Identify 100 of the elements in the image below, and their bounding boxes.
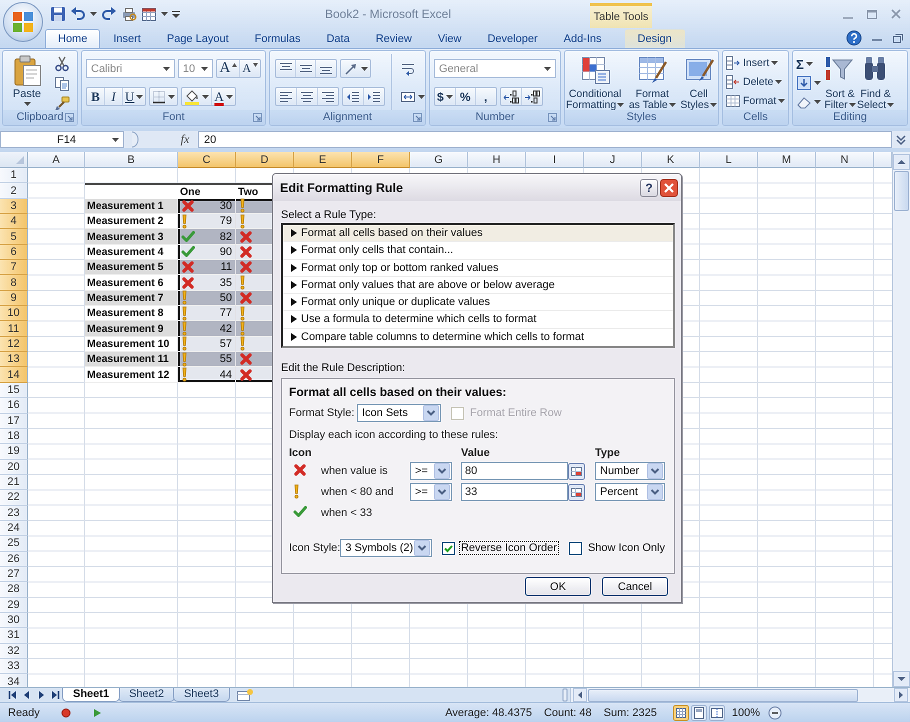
paintbrush-icon[interactable]	[54, 96, 70, 112]
type-dropdown[interactable]: Number	[595, 462, 665, 480]
type-dropdown[interactable]: Percent	[595, 483, 665, 501]
row-header[interactable]: 13	[0, 352, 28, 368]
value-field[interactable]: 33	[461, 483, 568, 501]
column-header[interactable]: E	[294, 152, 352, 168]
row-header[interactable]: 29	[0, 598, 28, 613]
increase-decimal-button[interactable]	[500, 88, 522, 105]
sheet-tab[interactable]: Sheet1	[62, 688, 120, 702]
play-icon[interactable]	[92, 708, 102, 718]
column-header[interactable]: I	[526, 152, 584, 168]
record-icon[interactable]	[60, 706, 72, 718]
restore-icon[interactable]	[892, 32, 904, 44]
first-icon[interactable]	[8, 690, 18, 700]
ribbon-tab[interactable]: Review	[362, 29, 425, 48]
operator-dropdown[interactable]: >=	[410, 483, 452, 501]
row-header[interactable]: 14	[0, 367, 28, 383]
row-header[interactable]: 8	[0, 275, 28, 291]
ribbon-tab[interactable]: Add-Ins	[550, 29, 615, 48]
paste-button[interactable]: Paste	[6, 54, 48, 110]
resize-handle-icon[interactable]	[130, 131, 140, 148]
sheet-tab[interactable]: Sheet2	[118, 688, 175, 702]
row-header[interactable]: 11	[0, 321, 28, 337]
list-item[interactable]: Format all cells based on their values	[283, 225, 673, 242]
column-header[interactable]: A	[28, 152, 85, 168]
row-header[interactable]: 30	[0, 612, 28, 628]
ribbon-tab[interactable]: Design	[624, 29, 685, 48]
copy-icon[interactable]	[54, 76, 70, 92]
column-header[interactable]: M	[758, 152, 816, 168]
next-icon[interactable]	[36, 690, 46, 700]
delete-button[interactable]: Delete	[724, 73, 787, 91]
row-header[interactable]: 33	[0, 659, 28, 674]
row-header[interactable]: 24	[0, 520, 28, 536]
row-header[interactable]: 21	[0, 474, 28, 490]
checkbox[interactable]	[442, 542, 455, 554]
dialog-button[interactable]: OK	[525, 577, 591, 596]
percent-button[interactable]: %	[456, 88, 476, 105]
new-sheet-icon[interactable]	[236, 688, 254, 702]
zoom-out-icon[interactable]	[768, 706, 782, 720]
zoom-level[interactable]: 100%	[732, 706, 760, 718]
insert-button[interactable]: Insert	[724, 54, 787, 72]
range-select-icon[interactable]	[568, 462, 585, 480]
shrink-font-button[interactable]: A	[240, 60, 260, 77]
row-header[interactable]: 1	[0, 168, 28, 184]
list-item[interactable]: Format only top or bottom ranked values	[283, 260, 673, 277]
help-icon[interactable]	[846, 30, 862, 46]
list-item[interactable]: Format only unique or duplicate values	[283, 294, 673, 312]
splitter-handle-icon[interactable]	[562, 688, 568, 702]
column-header[interactable]: G	[410, 152, 468, 168]
row-header[interactable]: 19	[0, 444, 28, 460]
sheet-tab[interactable]: Sheet3	[172, 688, 230, 702]
fill-color-button[interactable]	[182, 88, 212, 105]
row-header[interactable]: 17	[0, 414, 28, 429]
icon-style-dropdown[interactable]: 3 Symbols (2)	[340, 539, 432, 557]
format-button[interactable]: Format	[724, 92, 787, 110]
row-header[interactable]: 18	[0, 428, 28, 444]
underline-button[interactable]: U	[123, 88, 146, 105]
ribbon-tab[interactable]: Formulas	[242, 29, 314, 48]
row-header[interactable]: 7	[0, 260, 28, 276]
value-field[interactable]: 80	[461, 462, 568, 480]
row-header[interactable]: 15	[0, 382, 28, 398]
column-header[interactable]: F	[352, 152, 410, 168]
row-header[interactable]: 9	[0, 290, 28, 306]
row-header[interactable]: 6	[0, 244, 28, 260]
range-select-icon[interactable]	[568, 484, 585, 500]
bold-button[interactable]: B	[87, 88, 105, 105]
row-header[interactable]: 32	[0, 644, 28, 659]
font-color-button[interactable]: A	[212, 88, 235, 105]
ribbon-tab[interactable]: Data	[313, 29, 363, 48]
column-header[interactable]: J	[584, 152, 642, 168]
help-button[interactable]: ?	[640, 178, 658, 196]
find-select-button[interactable]: Find & Select	[857, 54, 894, 110]
row-header[interactable]: 4	[0, 214, 28, 230]
row-header[interactable]: 22	[0, 490, 28, 506]
conditional-formatting-button[interactable]: Conditional Formatting	[566, 54, 624, 110]
cell-styles-button[interactable]: Cell Styles	[680, 54, 717, 110]
ribbon-tab[interactable]: Insert	[100, 29, 154, 48]
column-header[interactable]: L	[700, 152, 758, 168]
ribbon-tab[interactable]: Home	[45, 29, 100, 48]
column-header[interactable]: H	[468, 152, 526, 168]
row-header[interactable]: 27	[0, 566, 28, 582]
column-header[interactable]: B	[85, 152, 178, 168]
grid-icon[interactable]	[141, 6, 157, 22]
row-header[interactable]: 5	[0, 229, 28, 245]
ribbon-tab[interactable]: Developer	[474, 29, 551, 48]
name-box[interactable]: F14	[0, 131, 124, 148]
row-header[interactable]: 12	[0, 336, 28, 352]
currency-button[interactable]: $	[435, 88, 456, 105]
row-header[interactable]: 3	[0, 198, 28, 214]
close-icon[interactable]	[660, 178, 678, 196]
autosum-button[interactable]: Σ	[794, 56, 823, 73]
fill-button[interactable]	[794, 74, 823, 92]
sort-filter-button[interactable]: Sort & Filter	[824, 54, 856, 110]
operator-dropdown[interactable]: >=	[410, 462, 452, 480]
row-header[interactable]: 25	[0, 536, 28, 552]
undo-icon[interactable]	[70, 6, 86, 22]
column-header[interactable]: C	[178, 152, 236, 168]
list-item[interactable]: Compare table columns to determine which cells to format	[283, 328, 673, 346]
page-icon[interactable]	[690, 704, 707, 720]
row-header[interactable]: 16	[0, 398, 28, 414]
